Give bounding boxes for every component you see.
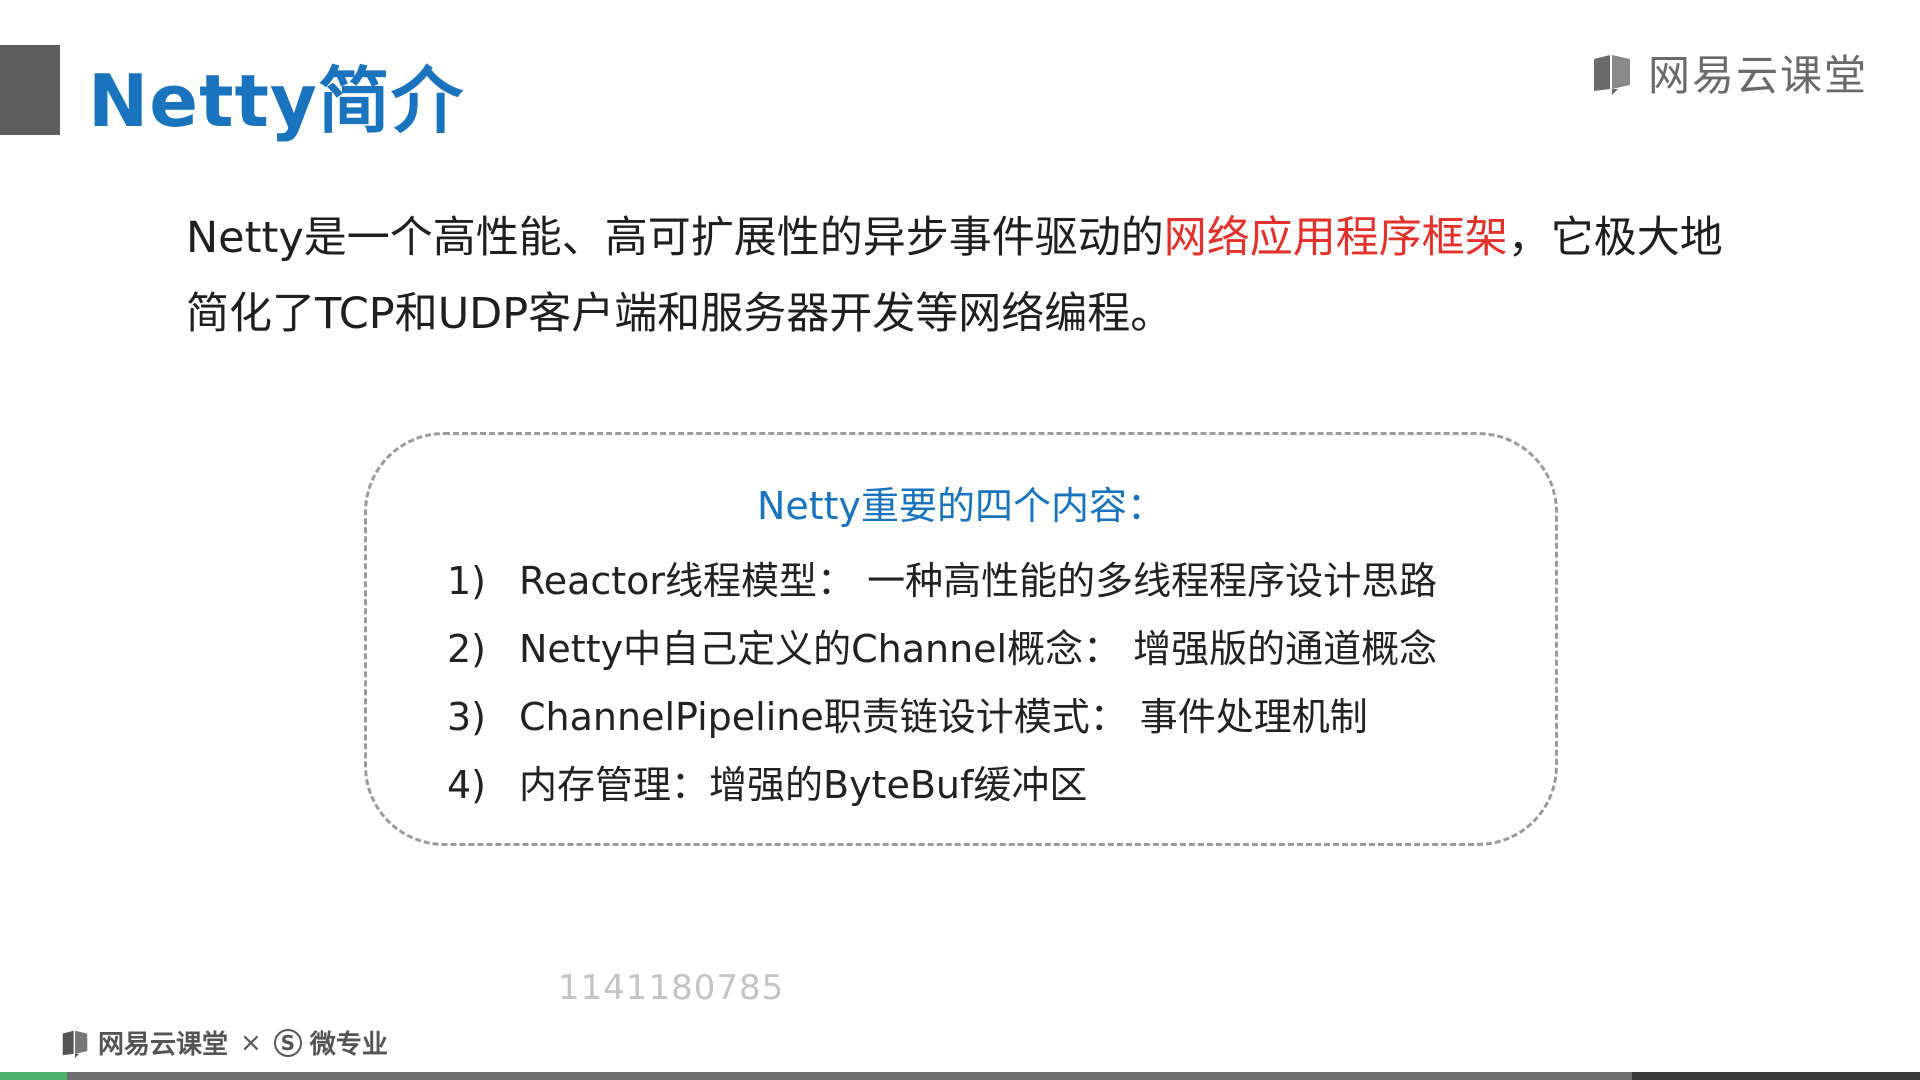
footer-brand-name: 网易云课堂 [98,1030,229,1060]
progress-buffered [1632,1072,1920,1080]
slide-title: Netty简介 [88,59,464,143]
video-progress-bar[interactable] [0,1072,1920,1080]
user-id-watermark: 1141180785 [558,968,785,1008]
intro-paragraph: Netty是一个高性能、高可扩展性的异步事件驱动的网络应用程序框架，它极大地简化… [186,200,1746,352]
list-item: 2) Netty中自己定义的Channel概念： 增强版的通道概念 [447,615,1437,683]
list-item-text: Reactor线程模型： 一种高性能的多线程程序设计思路 [519,559,1438,603]
list-item-number: 1) [447,559,487,603]
brand-logo-top: 网易云课堂 [1590,42,1868,103]
brand-name: 网易云课堂 [1647,51,1868,100]
s-icon: S [273,1028,302,1057]
list-item: 1) Reactor线程模型： 一种高性能的多线程程序设计思路 [447,547,1437,615]
book-icon [1593,54,1630,95]
list-item-number: 2) [447,627,487,671]
intro-highlight: 网络应用程序框架 [1163,213,1508,263]
list-item-number: 4) [447,763,487,807]
list-item-number: 3) [447,695,487,739]
footer-partner-name: 微专业 [309,1030,388,1060]
key-points-box: Netty重要的四个内容： 1) Reactor线程模型： 一种高性能的多线程程… [364,432,1558,846]
title-accent-block [0,45,60,135]
footer-separator: × [240,1027,262,1058]
key-points-list: 1) Reactor线程模型： 一种高性能的多线程程序设计思路 2) Netty… [447,547,1437,819]
book-icon [62,1030,88,1058]
footer-brand: 网易云课堂 × S 微专业 [60,1024,388,1061]
list-item-text: Netty中自己定义的Channel概念： 增强版的通道概念 [519,627,1438,671]
list-item-text: ChannelPipeline职责链设计模式： 事件处理机制 [519,695,1368,739]
list-item: 4) 内存管理：增强的ByteBuf缓冲区 [447,751,1437,819]
list-item-text: 内存管理：增强的ByteBuf缓冲区 [519,763,1088,807]
list-item: 3) ChannelPipeline职责链设计模式： 事件处理机制 [447,683,1437,751]
progress-played [0,1072,68,1080]
box-title: Netty重要的四个内容： [756,484,1166,528]
intro-text-part1: Netty是一个高性能、高可扩展性的异步事件驱动的 [186,213,1164,263]
